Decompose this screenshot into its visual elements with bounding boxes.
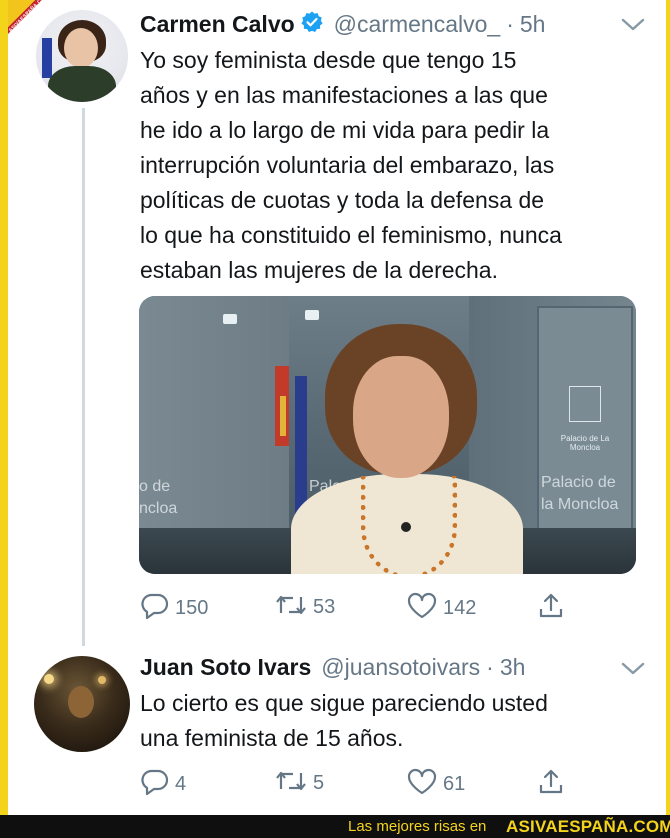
author-name[interactable]: Carmen Calvo [140,11,295,38]
retweet-button[interactable]: 53 [274,592,335,623]
retweet-count: 5 [313,772,325,794]
panel-text: Palacio de La Moncloa [560,434,610,452]
avatar-carmen-calvo[interactable] [36,10,128,102]
reply-button[interactable]: 150 [140,592,208,625]
footer-site-link[interactable]: ASIVAESPAÑA.COM [506,817,670,837]
tweet-header: Carmen Calvo @carmencalvo_ · 5h [140,10,545,39]
avatar-juan-soto-ivars[interactable] [34,656,130,752]
share-icon [538,768,564,801]
like-count: 61 [443,773,466,795]
tweet-text: Yo soy feminista desde que tengo 15 años… [140,47,562,283]
reply-count: 150 [175,597,209,619]
tweet-time[interactable]: 5h [520,11,546,38]
like-icon [406,592,438,625]
like-icon [406,768,438,801]
retweet-icon [274,592,308,623]
watermark-footer: Las mejores risas en ASIVAESPAÑA.COM [0,815,670,838]
badge-text: ASIVAESPAÑA.COM [8,0,50,34]
retweet-count: 53 [313,596,336,618]
verified-icon [300,10,324,39]
author-handle[interactable]: @carmencalvo_ [334,11,501,38]
tweet-header: Juan Soto Ivars @juansotoivars · 3h [140,654,525,681]
separator: · [486,654,494,680]
chevron-down-icon[interactable] [620,660,646,683]
reply-icon [140,768,170,801]
author-handle[interactable]: @juansotoivars [321,654,480,681]
like-count: 142 [443,597,477,619]
reply-button[interactable]: 4 [140,768,186,801]
wall-text-left: o de ncloa [139,478,178,517]
chevron-down-icon[interactable] [620,16,646,39]
share-button[interactable] [538,768,564,801]
share-button[interactable] [538,592,564,625]
separator: · [506,11,514,37]
tweet-time[interactable]: 3h [500,654,526,681]
retweet-button[interactable]: 5 [274,768,324,799]
footer-tagline: Las mejores risas en [348,818,487,835]
like-button[interactable]: 61 [406,768,465,801]
reply-count: 4 [175,773,187,795]
reply-icon [140,592,170,625]
like-button[interactable]: 142 [406,592,476,625]
share-icon [538,592,564,625]
author-name[interactable]: Juan Soto Ivars [140,654,311,681]
screenshot-frame: ASIVAESPAÑA.COM Carmen Calvo @carmencalv… [8,0,666,815]
tweet-photo[interactable]: Palacio de La Moncloa o de ncloa Pala Pa… [139,296,636,574]
tweet-text: Lo cierto es que sigue pareciendo usted … [140,690,548,751]
thread-line [82,108,85,646]
wall-text-right: Palacio de la Moncloa [541,474,619,513]
site-badge: ASIVAESPAÑA.COM [8,0,42,34]
retweet-icon [274,768,308,799]
